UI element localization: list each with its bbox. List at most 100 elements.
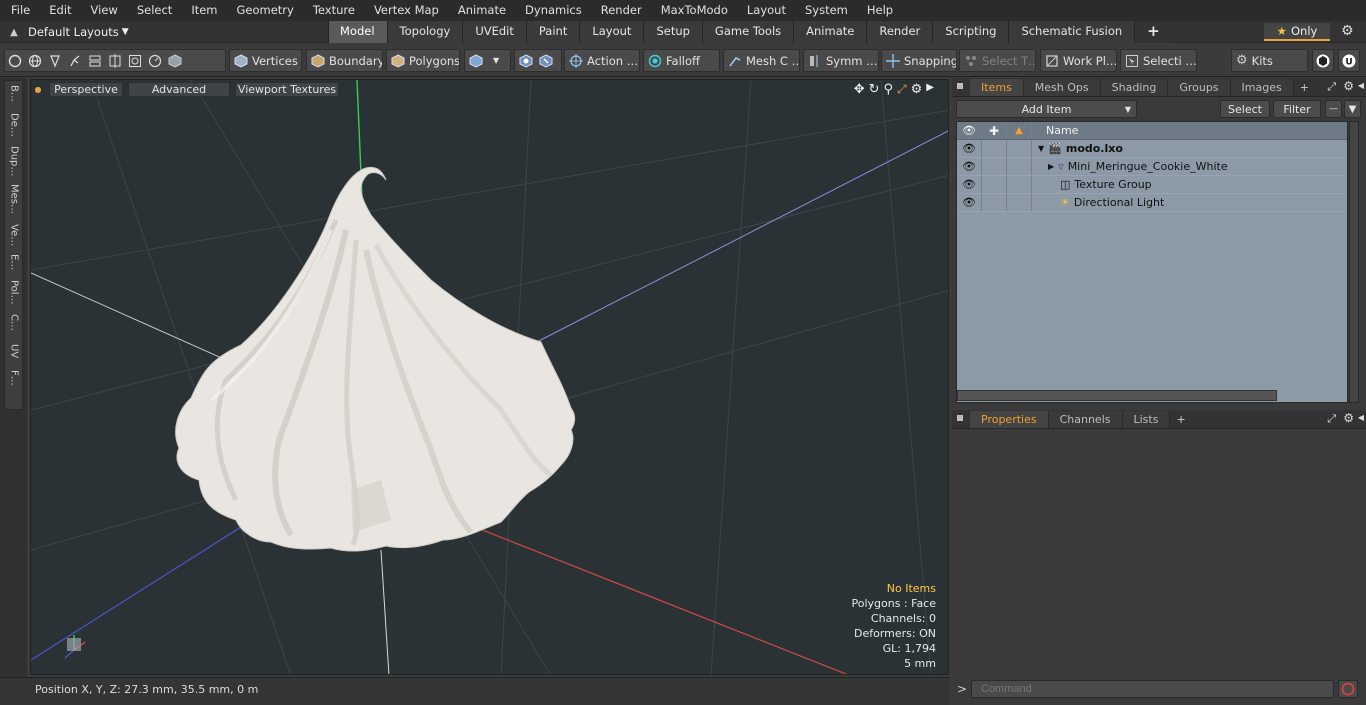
- menu-item[interactable]: Item: [180, 0, 225, 21]
- add-tab-icon[interactable]: +: [1134, 21, 1172, 43]
- select-button[interactable]: Select: [1220, 100, 1270, 118]
- tab-deform[interactable]: De…: [5, 109, 23, 142]
- panel-arrow-icon[interactable]: ◀: [1358, 81, 1364, 90]
- tab-groups[interactable]: Groups: [1168, 79, 1231, 96]
- tab-curve[interactable]: C…: [5, 310, 23, 340]
- menu-dynamics[interactable]: Dynamics: [514, 0, 590, 21]
- list-item[interactable]: 👁 ▶ ▿ Mini_Meringue_Cookie_White: [957, 158, 1347, 176]
- tab-polygon[interactable]: Pol…: [5, 276, 23, 310]
- menu-geometry[interactable]: Geometry: [226, 0, 302, 21]
- circle-select-icon[interactable]: [8, 54, 22, 68]
- vertices-button[interactable]: Vertices: [229, 49, 302, 72]
- align-icon[interactable]: [88, 54, 102, 68]
- unity-button[interactable]: [1312, 49, 1334, 72]
- boundary-button[interactable]: Boundary: [306, 49, 383, 72]
- clock-icon[interactable]: [148, 54, 162, 68]
- menu-edit[interactable]: Edit: [38, 0, 79, 21]
- select-through-button[interactable]: Select T…: [959, 49, 1036, 72]
- viewport-scene[interactable]: [31, 80, 949, 675]
- eye-icon[interactable]: 👁: [957, 194, 982, 211]
- kits-button[interactable]: ⚙ Kits: [1231, 49, 1308, 72]
- tab-vertex[interactable]: Ve…: [5, 220, 23, 250]
- name-column-header[interactable]: Name: [1032, 124, 1078, 137]
- menu-select[interactable]: Select: [126, 0, 180, 21]
- falloff-button[interactable]: Falloff: [643, 49, 720, 72]
- meringue-mesh[interactable]: [175, 166, 576, 552]
- tab-mesh-ops[interactable]: Mesh Ops: [1023, 79, 1101, 96]
- panel-gear-icon[interactable]: ⚙: [1343, 411, 1354, 425]
- tab-lists[interactable]: Lists: [1122, 411, 1171, 428]
- list-item[interactable]: 👁 ▼ 🎬 modo.lxo: [957, 140, 1347, 158]
- eye-icon[interactable]: 👁: [957, 140, 982, 157]
- lock-header-icon[interactable]: ✚: [982, 122, 1007, 139]
- cube-solid-icon[interactable]: [168, 53, 182, 68]
- viewport-textures-button[interactable]: Viewport Textures: [235, 82, 339, 97]
- tab-topology[interactable]: Topology: [386, 21, 463, 43]
- menu-system[interactable]: System: [794, 0, 856, 21]
- menu-help[interactable]: Help: [856, 0, 901, 21]
- layouts-dropdown[interactable]: ▲ Default Layouts ▼: [0, 21, 129, 43]
- collapse-icon[interactable]: ▲: [0, 27, 28, 38]
- add-item-button[interactable]: Add Item ▼: [956, 100, 1137, 118]
- panel-arrow-icon[interactable]: ◀: [1358, 413, 1364, 422]
- command-input[interactable]: [971, 680, 1334, 698]
- menu-vertex-map[interactable]: Vertex Map: [363, 0, 447, 21]
- expand-icon[interactable]: ⤢: [1327, 80, 1336, 94]
- filter-button[interactable]: Filter: [1273, 100, 1321, 118]
- tab-properties[interactable]: Properties: [970, 411, 1049, 428]
- tab-uv[interactable]: UV: [5, 340, 23, 366]
- tab-items[interactable]: Items: [970, 79, 1024, 96]
- material-icon[interactable]: [519, 53, 533, 68]
- list-item[interactable]: 👁 ◫ Texture Group: [957, 176, 1347, 194]
- tab-layout[interactable]: Layout: [579, 21, 644, 43]
- tab-schematic-fusion[interactable]: Schematic Fusion: [1008, 21, 1135, 43]
- tab-scripting[interactable]: Scripting: [932, 21, 1009, 43]
- tab-paint[interactable]: Paint: [525, 21, 580, 43]
- tab-basic[interactable]: B…: [5, 81, 23, 109]
- mesh-constraint-button[interactable]: Mesh C …: [723, 49, 800, 72]
- visibility-header-icon[interactable]: 👁: [957, 122, 982, 139]
- menu-texture[interactable]: Texture: [302, 0, 363, 21]
- workplane-button[interactable]: Work Pl…: [1040, 49, 1117, 72]
- tab-images[interactable]: Images: [1230, 79, 1294, 96]
- collapse-all-icon[interactable]: —: [1325, 100, 1342, 118]
- eye-icon[interactable]: 👁: [957, 158, 982, 175]
- menu-render[interactable]: Render: [590, 0, 650, 21]
- tab-uvedit[interactable]: UVEdit: [462, 21, 526, 43]
- viewport-gear-icon[interactable]: ⚙: [911, 82, 923, 97]
- tab-setup[interactable]: Setup: [643, 21, 702, 43]
- tab-model[interactable]: Model: [328, 21, 387, 43]
- rotate-icon[interactable]: ↻: [869, 82, 880, 97]
- add-panel-tab-icon[interactable]: +: [1294, 79, 1315, 96]
- unreal-button[interactable]: U: [1338, 49, 1360, 72]
- panel-gear-icon[interactable]: ⚙: [1343, 79, 1354, 93]
- menu-animate[interactable]: Animate: [447, 0, 514, 21]
- lasso-icon[interactable]: [68, 54, 82, 68]
- list-item[interactable]: 👁 ☀ Directional Light: [957, 194, 1347, 212]
- menu-file[interactable]: File: [0, 0, 38, 21]
- tab-channels[interactable]: Channels: [1048, 411, 1123, 428]
- expand-arrow-icon[interactable]: ▼: [1038, 144, 1044, 153]
- zoom-icon[interactable]: ⚲: [884, 82, 894, 97]
- pen-icon[interactable]: [48, 54, 62, 68]
- funnel-icon[interactable]: ▼: [1344, 100, 1361, 118]
- globe-icon[interactable]: [28, 54, 42, 68]
- item-list-scrollbar[interactable]: [1349, 121, 1359, 403]
- record-macro-button[interactable]: [1338, 680, 1358, 698]
- action-center-button[interactable]: Action …: [564, 49, 640, 72]
- menu-view[interactable]: View: [80, 0, 126, 21]
- tab-shading[interactable]: Shading: [1100, 79, 1169, 96]
- advanced-button[interactable]: Advanced: [128, 82, 230, 97]
- add-panel-tab-icon[interactable]: +: [1170, 411, 1191, 428]
- item-list-hscrollbar[interactable]: [957, 390, 1277, 401]
- maximize-icon[interactable]: ⤢: [897, 82, 907, 97]
- symmetry-button[interactable]: Symm …: [803, 49, 879, 72]
- gear-icon[interactable]: ⚙: [1341, 23, 1354, 39]
- only-toggle[interactable]: ★ Only: [1264, 23, 1330, 41]
- snapping-button[interactable]: Snapping: [881, 49, 957, 72]
- expand-arrow-icon[interactable]: ▶: [1048, 162, 1054, 171]
- 3d-viewport[interactable]: ● Perspective Advanced Viewport Textures…: [30, 79, 949, 675]
- tab-animate[interactable]: Animate: [793, 21, 867, 43]
- menu-layout[interactable]: Layout: [736, 0, 794, 21]
- play-icon[interactable]: ▶: [926, 82, 934, 97]
